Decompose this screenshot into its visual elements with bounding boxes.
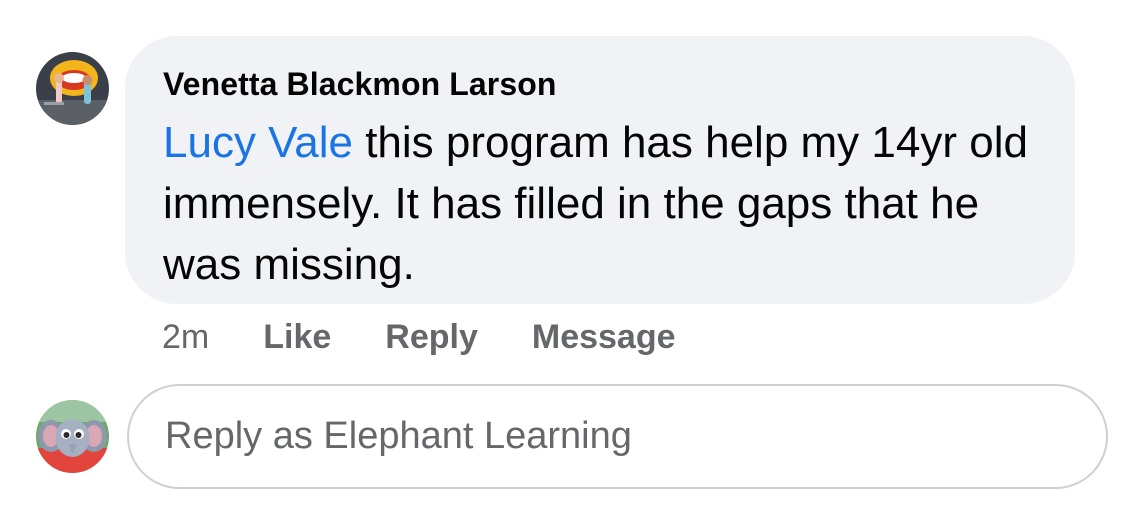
comment-bubble: Venetta Blackmon Larson Lucy Vale this p… bbox=[125, 36, 1075, 304]
self-avatar[interactable] bbox=[36, 400, 109, 473]
commenter-avatar[interactable] bbox=[36, 52, 109, 125]
reply-box[interactable] bbox=[127, 384, 1108, 489]
comment-actions: 2m Like Reply Message bbox=[162, 315, 730, 359]
elephant-mascot-avatar-icon bbox=[36, 400, 109, 473]
reply-input[interactable] bbox=[163, 414, 1072, 459]
message-button[interactable]: Message bbox=[532, 318, 676, 357]
comment-body: Lucy Vale this program has help my 14yr … bbox=[163, 112, 1043, 295]
reply-button[interactable]: Reply bbox=[385, 318, 478, 357]
user-photo-avatar-icon bbox=[36, 52, 109, 125]
comment-timestamp[interactable]: 2m bbox=[162, 318, 209, 357]
mention-link[interactable]: Lucy Vale bbox=[163, 118, 353, 167]
comment-author[interactable]: Venetta Blackmon Larson bbox=[163, 64, 1037, 104]
like-button[interactable]: Like bbox=[263, 318, 331, 357]
